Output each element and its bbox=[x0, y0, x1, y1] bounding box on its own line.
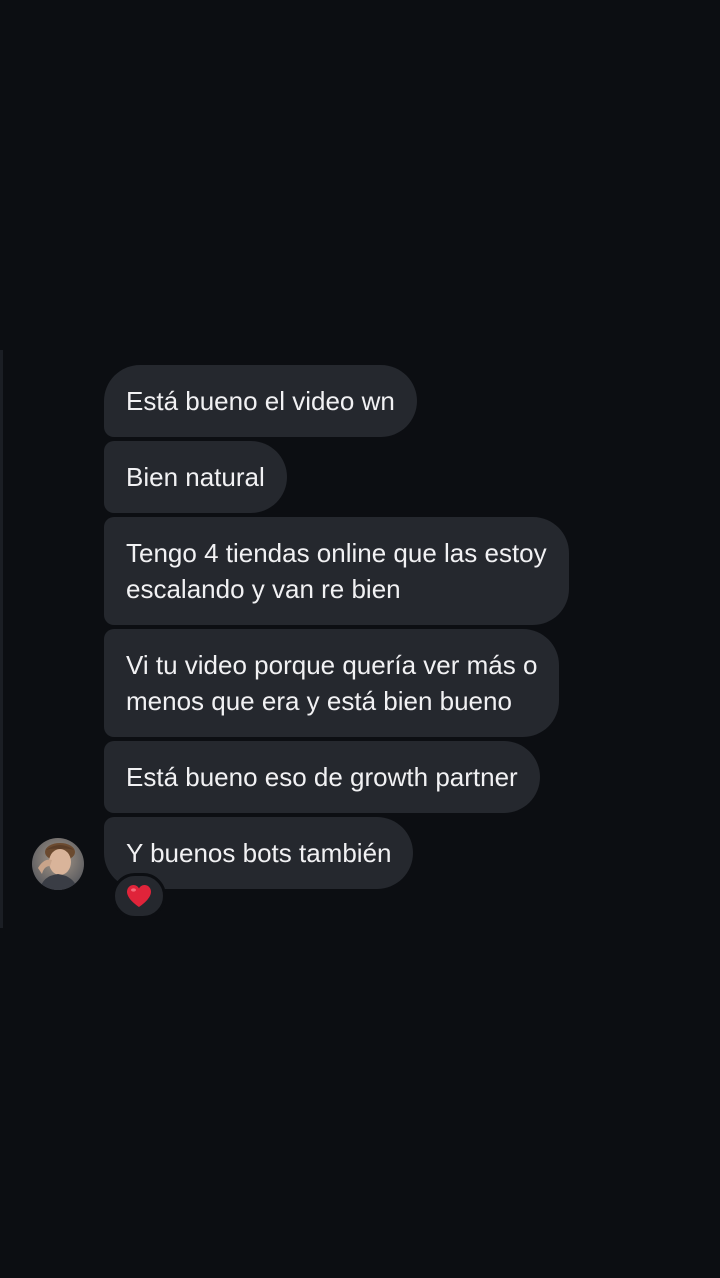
message-bubble-4[interactable]: Vi tu video porque quería ver más o meno… bbox=[104, 629, 560, 737]
thread-divider bbox=[0, 350, 3, 928]
message-bubble-3[interactable]: Tengo 4 tiendas online que las estoy esc… bbox=[104, 517, 569, 625]
sender-avatar[interactable] bbox=[32, 838, 84, 890]
message-bubble-2[interactable]: Bien natural bbox=[104, 441, 287, 513]
message-bubble-5[interactable]: Está bueno eso de growth partner bbox=[104, 741, 540, 813]
reaction-badge[interactable] bbox=[112, 873, 166, 919]
message-bubble-1[interactable]: Está bueno el video wn bbox=[104, 365, 417, 437]
heart-icon bbox=[127, 885, 151, 907]
user-avatar-icon bbox=[32, 838, 84, 890]
